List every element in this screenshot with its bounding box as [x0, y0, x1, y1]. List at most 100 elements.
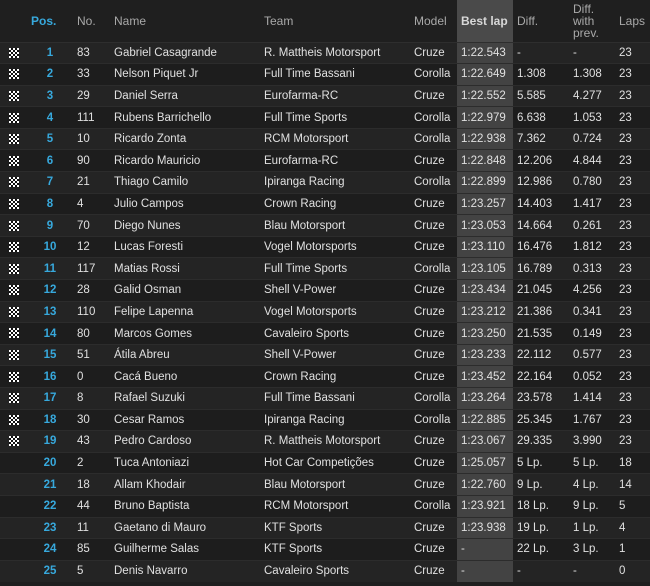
driver-name-cell: Daniel Serra	[110, 84, 260, 107]
flag-cell	[0, 365, 27, 388]
best-lap-header[interactable]: Best lap	[457, 0, 513, 43]
diff-prev-header[interactable]: Diff. with prev.	[569, 0, 615, 43]
best-lap-cell: 1:22.885	[457, 408, 513, 431]
table-row[interactable]: 8 4 Julio Campos Crown Racing Cruze 1:23.257 1…	[0, 192, 650, 215]
diff-prev-cell: 1.053	[569, 106, 615, 129]
table-row[interactable]: 17 8 Rafael Suzuki Full Time Bassani Corolla…	[0, 387, 650, 410]
checkered-flag-icon	[9, 242, 19, 253]
driver-name-cell: Guilherme Salas	[110, 538, 260, 561]
laps-cell: 14	[615, 473, 650, 496]
diff-prev-cell: -	[569, 41, 615, 64]
table-row[interactable]: 11 117 Matias Rossi Full Time Sports Corolla…	[0, 257, 650, 280]
number-cell: 12	[73, 235, 110, 258]
diff-cell: 23.578	[513, 387, 569, 410]
number-cell: 5	[73, 559, 110, 582]
team-cell: R. Mattheis Motorsport	[260, 41, 410, 64]
flag-cell	[0, 106, 27, 129]
table-row[interactable]: 13 110 Felipe Lapenna Vogel Motorsports Cruz…	[0, 300, 650, 323]
diff-prev-cell: 0.577	[569, 343, 615, 366]
number-cell: 83	[73, 41, 110, 64]
table-row[interactable]: 4 111 Rubens Barrichello Full Time Sports Co…	[0, 106, 650, 129]
pos-cell: 21	[27, 473, 73, 496]
model-cell: Corolla	[410, 387, 457, 410]
team-cell: Hot Car Competições	[260, 451, 410, 474]
best-lap-cell: -	[457, 559, 513, 582]
diff-cell: 29.335	[513, 430, 569, 453]
checkered-flag-icon	[9, 198, 19, 209]
table-row[interactable]: 24 85 Guilherme Salas KTF Sports Cruze -22 Lp…	[0, 538, 650, 561]
table-row[interactable]: 6 90 Ricardo Mauricio Eurofarma-RC Cruze 1:22…	[0, 149, 650, 172]
table-row[interactable]: 2 33 Nelson Piquet Jr Full Time Bassani Coro…	[0, 63, 650, 86]
diff-cell: 16.476	[513, 235, 569, 258]
laps-cell: 23	[615, 63, 650, 86]
best-lap-cell: 1:22.979	[457, 106, 513, 129]
number-cell: 10	[73, 127, 110, 150]
best-lap-cell: 1:22.899	[457, 171, 513, 194]
flag-cell	[0, 84, 27, 107]
table-row[interactable]: 19 43 Pedro Cardoso R. Mattheis Motorsport C…	[0, 430, 650, 453]
number-cell: 85	[73, 538, 110, 561]
team-cell: Eurofarma-RC	[260, 84, 410, 107]
flag-cell	[0, 387, 27, 410]
diff-cell: 7.362	[513, 127, 569, 150]
table-row[interactable]: 16 0 Cacá Bueno Crown Racing Cruze 1:23.452 22…	[0, 365, 650, 388]
model-header[interactable]: Model	[410, 0, 457, 43]
table-row[interactable]: 20 2 Tuca Antoniazi Hot Car Competições Cruz…	[0, 451, 650, 474]
pos-cell: 18	[27, 408, 73, 431]
pos-header[interactable]: Pos.	[27, 0, 73, 43]
pos-cell: 15	[27, 343, 73, 366]
driver-name-cell: Ricardo Mauricio	[110, 149, 260, 172]
table-row[interactable]: 3 29 Daniel Serra Eurofarma-RC Cruze 1:22.552…	[0, 84, 650, 107]
table-row[interactable]: 14 80 Marcos Gomes Cavaleiro Sports Cruze 1:2…	[0, 322, 650, 345]
model-cell: Cruze	[410, 559, 457, 582]
team-header[interactable]: Team	[260, 0, 410, 43]
table-row[interactable]: 15 51 Átila Abreu Shell V-Power Cruze 1:23.23…	[0, 343, 650, 366]
checkered-flag-icon	[9, 47, 19, 58]
laps-cell: 23	[615, 279, 650, 302]
table-row[interactable]: 9 70 Diego Nunes Blau Motorsport Cruze 1:23.0…	[0, 214, 650, 237]
best-lap-cell: -	[457, 538, 513, 561]
diff-prev-cell: 1.812	[569, 235, 615, 258]
checkered-flag-icon	[9, 112, 19, 123]
table-row[interactable]: 22 44 Bruno Baptista RCM Motorsport Corolla 1…	[0, 494, 650, 518]
pos-cell: 4	[27, 106, 73, 129]
number-cell: 33	[73, 63, 110, 86]
pos-cell: 16	[27, 365, 73, 388]
table-row[interactable]: 10 12 Lucas Foresti Vogel Motorsports Cruze 1…	[0, 235, 650, 258]
table-row[interactable]: 7 21 Thiago Camilo Ipiranga Racing Corolla 1:…	[0, 171, 650, 194]
table-row[interactable]: 23 11 Gaetano di Mauro KTF Sports Cruze 1:23.…	[0, 516, 650, 539]
table-row[interactable]: 18 30 Cesar Ramos Ipiranga Racing Corolla 1:2…	[0, 408, 650, 431]
model-cell: Cruze	[410, 235, 457, 258]
number-cell: 0	[73, 365, 110, 388]
table-row[interactable]: 12 28 Galid Osman Shell V-Power Cruze 1:23.43…	[0, 279, 650, 302]
driver-name-cell: Rubens Barrichello	[110, 106, 260, 129]
laps-header[interactable]: Laps	[615, 0, 650, 43]
table-row[interactable]: 25 5 Denis Navarro Cavaleiro Sports Cruze - - -…	[0, 559, 650, 582]
flag-cell	[0, 322, 27, 345]
pos-cell: 24	[27, 538, 73, 561]
number-header[interactable]: No.	[73, 0, 110, 43]
name-header[interactable]: Name	[110, 0, 260, 43]
model-cell: Cruze	[410, 322, 457, 345]
table-row[interactable]: 21 18 Allam Khodair Blau Motorsport Cruze 1:2…	[0, 473, 650, 496]
table-row[interactable]: 1 83 Gabriel Casagrande R. Mattheis Motorsp…	[0, 41, 650, 64]
pos-cell: 13	[27, 300, 73, 323]
best-lap-cell: 1:23.105	[457, 257, 513, 280]
pos-cell: 17	[27, 387, 73, 410]
laps-cell: 23	[615, 214, 650, 237]
table-row[interactable]: 5 10 Ricardo Zonta RCM Motorsport Corolla 1:2…	[0, 127, 650, 150]
diff-cell: 16.789	[513, 257, 569, 280]
diff-header[interactable]: Diff.	[513, 0, 569, 43]
model-cell: Cruze	[410, 365, 457, 388]
driver-name-cell: Denis Navarro	[110, 559, 260, 582]
best-lap-cell: 1:23.434	[457, 279, 513, 302]
laps-cell: 23	[615, 41, 650, 64]
team-cell: Blau Motorsport	[260, 214, 410, 237]
driver-name-cell: Felipe Lapenna	[110, 300, 260, 323]
diff-cell: -	[513, 41, 569, 64]
best-lap-cell: 1:22.760	[457, 473, 513, 496]
driver-name-cell: Galid Osman	[110, 279, 260, 302]
checkered-flag-icon	[9, 220, 19, 231]
diff-prev-cell: 4.844	[569, 149, 615, 172]
flag-cell	[0, 149, 27, 172]
